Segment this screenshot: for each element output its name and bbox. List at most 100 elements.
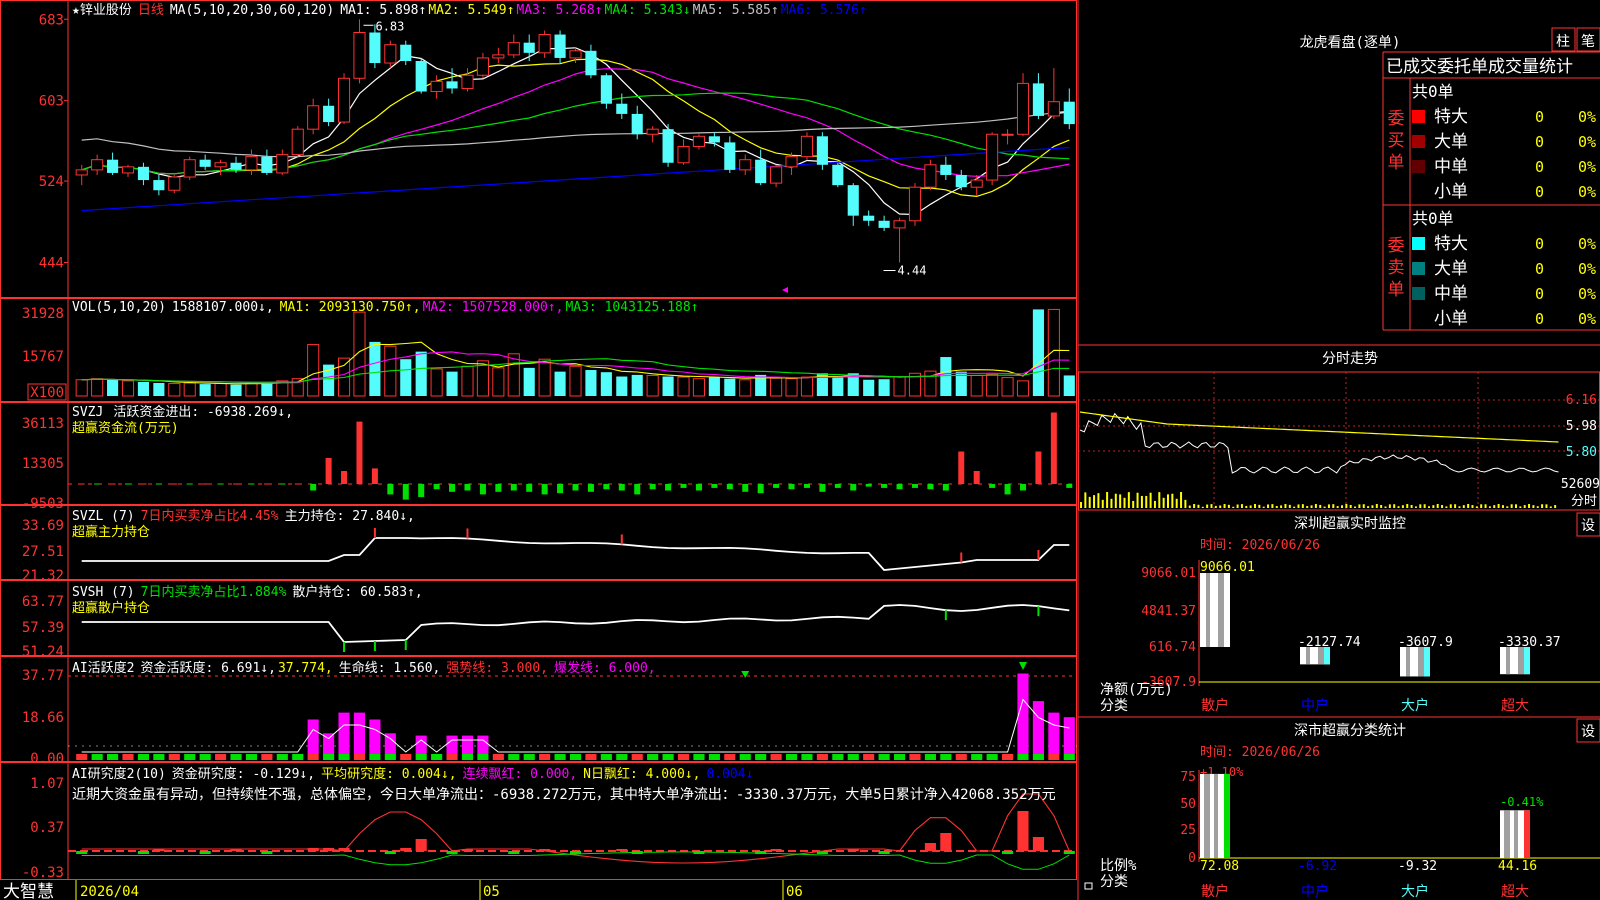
sell-row-pct: 0% [1578, 260, 1596, 278]
svzj-chart[interactable]: 36113 13305 -9503 SVZJ 活跃资金进出: -6938.269↓,超赢… [22, 404, 1077, 512]
candle[interactable] [183, 156, 196, 181]
candle[interactable] [523, 34, 535, 61]
candle[interactable] [323, 98, 335, 127]
volume-bar-down [230, 384, 242, 396]
candle[interactable] [1001, 129, 1014, 145]
candle[interactable] [600, 73, 612, 109]
candle[interactable] [121, 164, 135, 178]
candle[interactable] [430, 75, 443, 99]
candle[interactable] [507, 34, 520, 58]
buy-row-value: 0 [1535, 108, 1544, 126]
monitor-bar[interactable] [1400, 647, 1430, 677]
ai-active-base [863, 754, 875, 760]
sell-side-label: 单 [1388, 280, 1405, 300]
candle[interactable] [415, 57, 427, 94]
candle[interactable] [1063, 88, 1075, 130]
intraday-volume-bar [1214, 505, 1217, 508]
ai-active-base [107, 754, 119, 760]
svzj-bar [819, 484, 826, 492]
candle[interactable] [970, 174, 983, 196]
ma-line-2 [81, 58, 1070, 198]
svsh-name: SVSH (7) [72, 585, 135, 600]
candle[interactable] [692, 134, 706, 150]
candle[interactable] [476, 52, 489, 79]
candle[interactable] [986, 132, 999, 186]
candle[interactable] [940, 156, 952, 181]
svsh-tick-label: 51.24 [22, 644, 64, 660]
candle[interactable] [739, 154, 752, 175]
intraday-volume-bar [1484, 504, 1487, 508]
candle[interactable] [153, 174, 165, 196]
candle[interactable] [137, 162, 149, 186]
candle-body-up [800, 135, 814, 158]
candle-body-up [785, 156, 798, 168]
class-bar[interactable] [1200, 773, 1230, 858]
candle[interactable] [832, 162, 844, 188]
candle-body-down [1063, 101, 1075, 125]
candle[interactable] [816, 132, 828, 170]
candle[interactable] [353, 19, 366, 84]
ai-active-base [276, 754, 288, 760]
candle[interactable] [662, 124, 674, 167]
ai-active-base [893, 754, 906, 760]
candle[interactable] [908, 183, 922, 226]
candle[interactable] [245, 149, 258, 175]
ai-research-chart[interactable]: 1.07 0.37 -0.33 AI研究度2(10) 资金研究度: -0.129↓, 平均… [22, 766, 1077, 881]
monitor-bar[interactable] [1200, 573, 1230, 647]
candle-body-up [121, 166, 135, 174]
candle[interactable] [955, 169, 967, 191]
candle[interactable] [261, 149, 273, 175]
candle[interactable] [755, 149, 767, 186]
svzl-chart[interactable]: 33.69 27.51 21.32 SVZL (7) 7日内买卖净占比4.45% 主力持仓… [22, 508, 1070, 584]
price-chart[interactable]: 683 603 524 444 6.83 4.44 ★锌业股份 日线 MA(5,10,20,30… [39, 3, 1075, 293]
candle-body-down [415, 60, 427, 92]
candle[interactable] [924, 159, 937, 191]
candle[interactable] [646, 126, 659, 143]
candle-body-down [600, 75, 612, 104]
candle[interactable] [724, 136, 736, 173]
svsh-label1: 7日内买卖净占比1.884% [141, 584, 287, 600]
candle[interactable] [492, 47, 505, 64]
candle[interactable] [91, 154, 104, 175]
candle[interactable] [585, 44, 597, 79]
svsh-chart[interactable]: 63.77 57.39 51.24 SVSH (7) 7日内买卖净占比1.884% 散户持… [22, 584, 1070, 660]
class-bar[interactable] [1500, 810, 1530, 858]
candle[interactable] [677, 139, 690, 165]
candle[interactable] [75, 164, 88, 186]
candle[interactable] [893, 217, 906, 263]
candle[interactable] [800, 132, 814, 160]
ai-active-chart[interactable]: 37.77 18.66 0.00 AI活跃度2 资金活跃度: 6.691↓, 37.774… [22, 660, 1077, 767]
volume-bar-down [631, 374, 643, 396]
candle[interactable] [276, 149, 289, 175]
candle[interactable] [400, 40, 412, 66]
monitor-bar-shade [1518, 647, 1524, 675]
candle[interactable] [863, 210, 875, 226]
volume-chart[interactable]: 31928 15767 X100 VOL(5,10,20) 1588107.000↓, M… [22, 300, 1075, 401]
candle[interactable] [538, 30, 551, 58]
candle-body-down [863, 215, 875, 221]
buy-legend-swatch [1412, 160, 1425, 173]
candle[interactable] [878, 215, 890, 231]
monitor-bar[interactable] [1500, 647, 1530, 675]
ai-active-bar [461, 735, 474, 754]
candle[interactable] [708, 132, 720, 147]
monitor-bar-shade [1406, 647, 1410, 677]
candle-body-up [353, 31, 366, 79]
candle[interactable] [1032, 73, 1044, 119]
candle[interactable] [291, 126, 304, 157]
candle[interactable] [199, 154, 211, 170]
candle-body-up [986, 133, 999, 181]
candle[interactable] [847, 183, 859, 226]
candle[interactable] [1016, 73, 1030, 137]
candle[interactable] [168, 174, 181, 194]
candle[interactable] [384, 40, 397, 69]
candle[interactable] [554, 30, 566, 64]
candle[interactable] [770, 164, 783, 188]
candle[interactable] [337, 73, 351, 125]
candle[interactable] [107, 152, 119, 175]
bar-mode-label: 柱 [1556, 34, 1570, 50]
candle[interactable] [307, 98, 320, 135]
candle[interactable] [1047, 68, 1060, 119]
right-panels: 龙虎看盘(逐单) 柱笔已成交委托单成交量统计委买单共0单特大 0 0%大单 0 0%中单 0… [1077, 0, 1600, 900]
volume-bar-down [107, 379, 119, 396]
